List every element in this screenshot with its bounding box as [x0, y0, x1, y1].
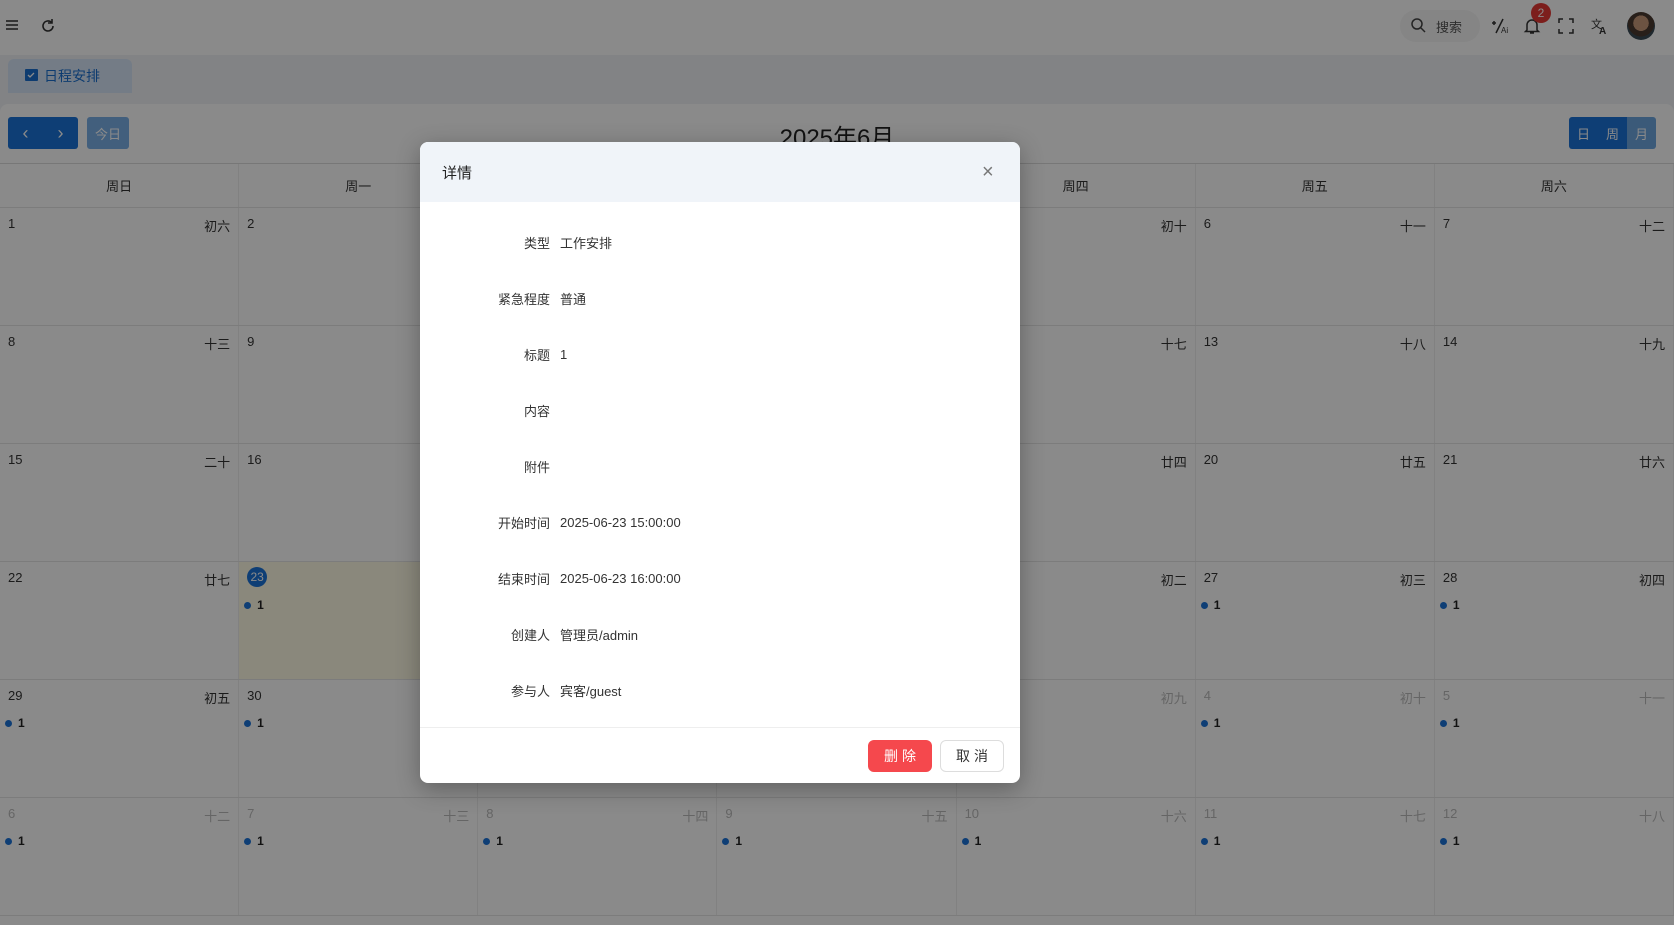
field-value: 2025-06-23 16:00:00 — [560, 570, 681, 586]
detail-field: 类型 工作安排 — [420, 214, 1020, 270]
dialog-body: 类型 工作安排 紧急程度 普通 标题 1 内容 附件 开始时间 2025-06-23 15:00:… — [420, 202, 1020, 728]
dialog-header: 详情 × — [420, 142, 1020, 202]
field-label: 紧急程度 — [497, 291, 550, 307]
field-label: 内容 — [523, 403, 550, 419]
close-icon[interactable]: × — [982, 162, 998, 182]
field-label: 附件 — [523, 459, 550, 475]
field-value: 工作安排 — [560, 235, 613, 251]
cancel-button[interactable]: 取消 — [940, 740, 1004, 772]
field-label: 参与人 — [510, 683, 550, 699]
detail-field: 开始时间 2025-06-23 15:00:00 — [420, 494, 1020, 550]
field-label: 创建人 — [510, 627, 550, 643]
detail-field: 参与人 宾客/guest — [420, 662, 1020, 718]
field-label: 标题 — [523, 347, 550, 363]
field-value: 1 — [560, 346, 568, 362]
field-label: 类型 — [523, 235, 550, 251]
field-value: 普通 — [560, 291, 587, 307]
detail-field: 紧急程度 普通 — [420, 270, 1020, 326]
field-label: 结束时间 — [497, 571, 550, 587]
delete-button[interactable]: 删除 — [868, 740, 932, 772]
detail-field: 标题 1 — [420, 326, 1020, 382]
detail-field: 创建人 管理员/admin — [420, 606, 1020, 662]
dialog-title: 详情 — [442, 164, 473, 182]
field-value: 宾客/guest — [560, 683, 622, 699]
detail-field: 附件 — [420, 438, 1020, 494]
field-value: 管理员/admin — [560, 627, 639, 643]
dialog-footer: 删除 取消 — [420, 728, 1020, 783]
detail-field: 结束时间 2025-06-23 16:00:00 — [420, 550, 1020, 606]
detail-field: 内容 — [420, 382, 1020, 438]
field-value: 2025-06-23 15:00:00 — [560, 514, 681, 530]
field-label: 开始时间 — [497, 515, 550, 531]
detail-dialog: 详情 × 类型 工作安排 紧急程度 普通 标题 1 内容 附件 开始时间 2025-06-23 1… — [420, 142, 1020, 783]
